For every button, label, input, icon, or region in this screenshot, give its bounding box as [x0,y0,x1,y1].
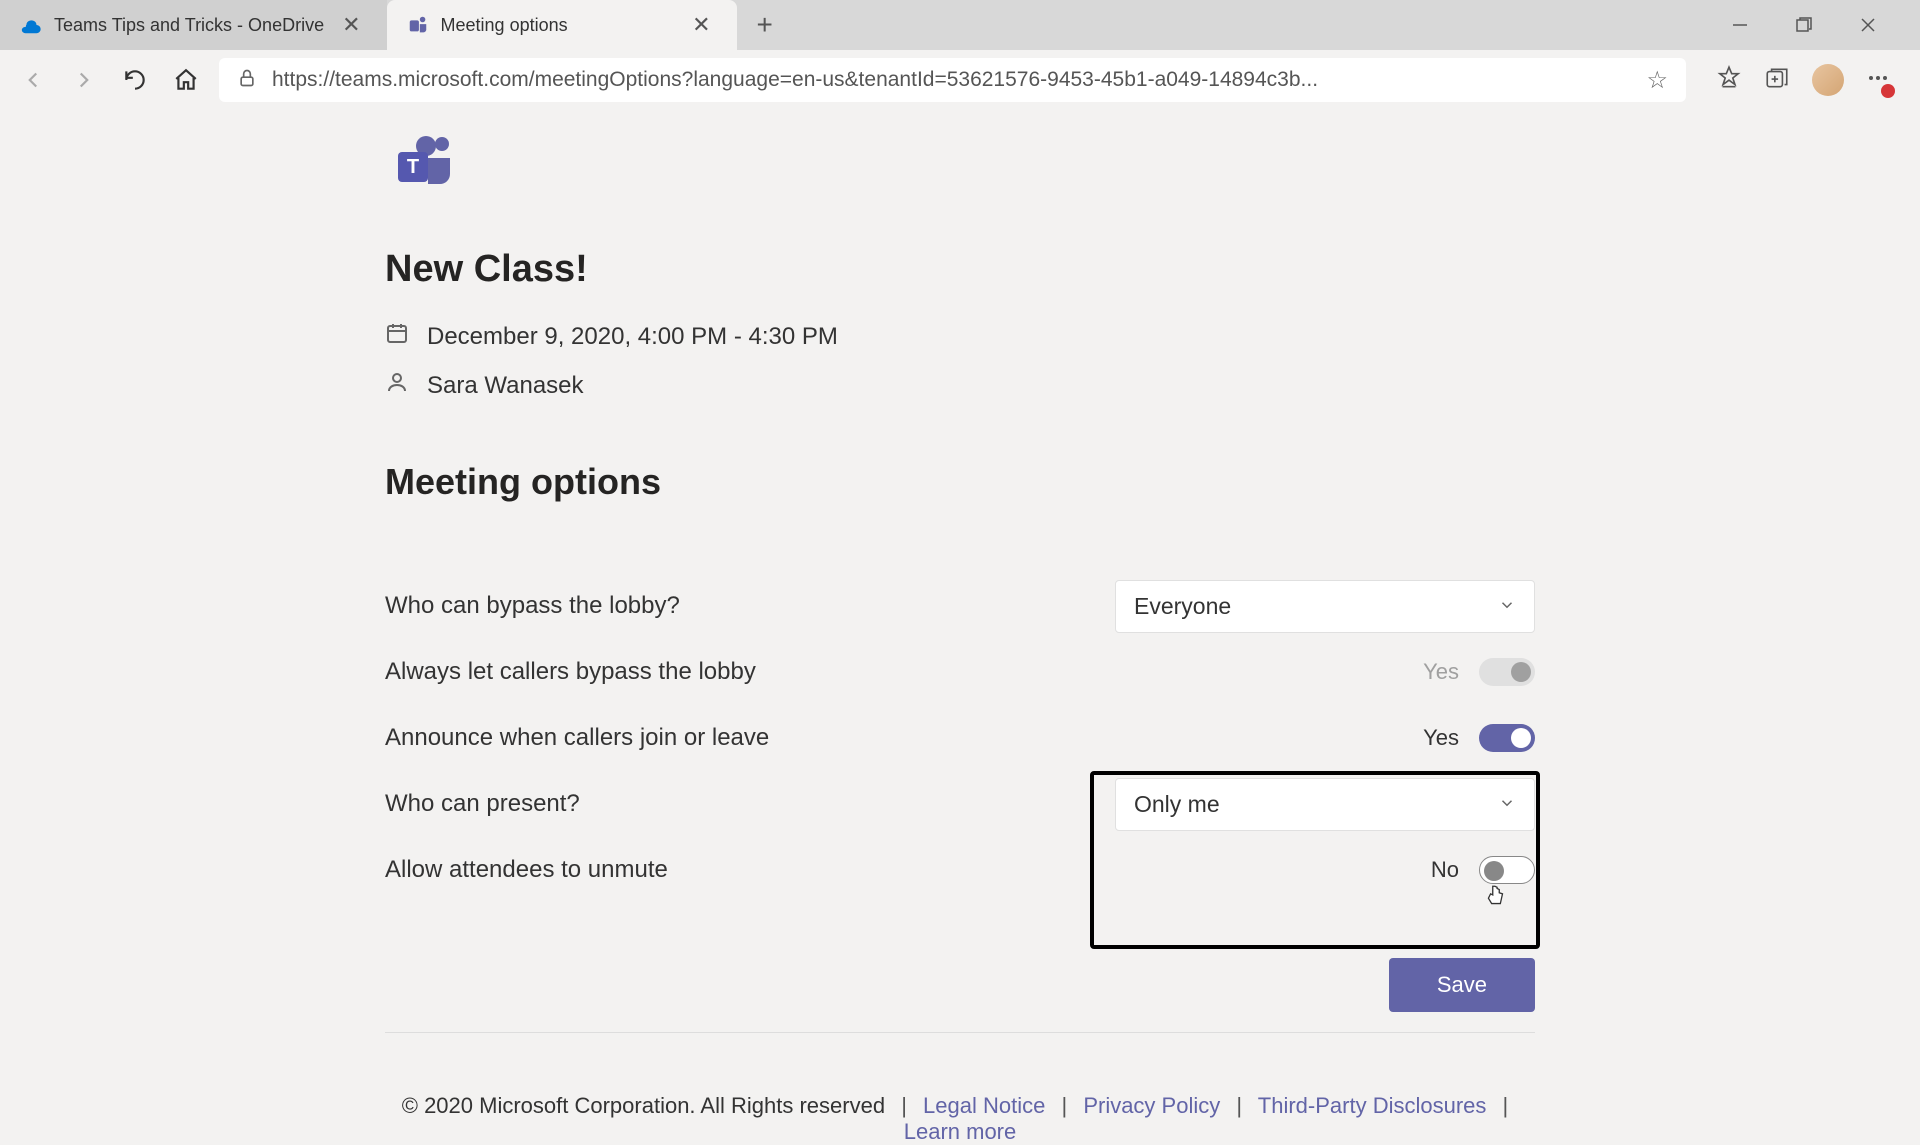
option-label: Who can bypass the lobby? [385,592,680,620]
option-who-present: Who can present? Only me [385,771,1535,837]
forward-button[interactable] [66,62,102,98]
option-label: Allow attendees to unmute [385,856,668,884]
toggle-value: No [1431,857,1459,883]
save-row: Save [385,958,1535,1033]
close-icon[interactable]: ✕ [336,10,366,40]
back-button[interactable] [15,62,51,98]
maximize-icon[interactable] [1792,13,1816,37]
footer: © 2020 Microsoft Corporation. All Rights… [385,1093,1535,1145]
option-always-bypass: Always let callers bypass the lobby Yes [385,639,1535,705]
tab-meeting-options[interactable]: Meeting options ✕ [387,0,737,50]
always-bypass-toggle [1479,658,1535,686]
refresh-button[interactable] [117,62,153,98]
chevron-down-icon [1498,791,1516,818]
teams-logo: T [390,130,458,198]
svg-text:T: T [407,156,419,178]
tab-title: Meeting options [441,15,675,36]
main-content: T New Class! December 9, 2020, 4:00 PM -… [0,110,1920,1145]
section-title: Meeting options [385,461,1535,503]
address-bar[interactable]: https://teams.microsoft.com/meetingOptio… [219,58,1686,102]
copyright-text: © 2020 Microsoft Corporation. All Rights… [402,1093,885,1118]
avatar[interactable] [1812,64,1844,96]
url-text: https://teams.microsoft.com/meetingOptio… [272,68,1631,92]
dropdown-value: Everyone [1134,593,1231,620]
option-label: Always let callers bypass the lobby [385,658,756,686]
close-window-icon[interactable] [1856,13,1880,37]
minimize-icon[interactable] [1728,13,1752,37]
organizer-text: Sara Wanasek [427,372,584,400]
who-present-dropdown[interactable]: Only me [1115,778,1535,831]
option-label: Announce when callers join or leave [385,724,769,752]
notification-badge [1881,84,1895,98]
datetime-text: December 9, 2020, 4:00 PM - 4:30 PM [427,323,838,351]
onedrive-icon [20,14,42,36]
option-announce: Announce when callers join or leave Yes [385,705,1535,771]
options-container: Who can bypass the lobby? Everyone Alway… [385,573,1535,903]
option-label: Who can present? [385,790,580,818]
tab-onedrive[interactable]: Teams Tips and Tricks - OneDrive ✕ [0,0,387,50]
tab-title: Teams Tips and Tricks - OneDrive [54,15,324,36]
lock-icon [237,68,257,93]
third-party-link[interactable]: Third-Party Disclosures [1258,1093,1487,1118]
legal-notice-link[interactable]: Legal Notice [923,1093,1045,1118]
toggle-value: Yes [1423,659,1459,685]
home-button[interactable] [168,62,204,98]
option-bypass-lobby: Who can bypass the lobby? Everyone [385,573,1535,639]
person-icon [385,370,409,401]
teams-icon [407,14,429,36]
meeting-title: New Class! [385,248,1535,291]
favorite-icon[interactable]: ☆ [1646,66,1668,95]
allow-unmute-toggle[interactable] [1479,856,1535,884]
collections-icon[interactable] [1764,65,1790,96]
toolbar-icons [1701,64,1905,96]
meeting-datetime: December 9, 2020, 4:00 PM - 4:30 PM [385,321,1535,352]
calendar-icon [385,321,409,352]
bypass-lobby-dropdown[interactable]: Everyone [1115,580,1535,633]
announce-toggle[interactable] [1479,724,1535,752]
tabs-row: Teams Tips and Tricks - OneDrive ✕ Meeti… [0,0,1920,50]
learn-more-link[interactable]: Learn more [904,1119,1017,1144]
chevron-down-icon [1498,593,1516,620]
privacy-policy-link[interactable]: Privacy Policy [1083,1093,1220,1118]
window-controls [1728,13,1900,37]
toggle-value: Yes [1423,725,1459,751]
browser-chrome: Teams Tips and Tricks - OneDrive ✕ Meeti… [0,0,1920,110]
more-icon[interactable] [1866,66,1890,95]
close-icon[interactable]: ✕ [686,10,716,40]
meeting-organizer: Sara Wanasek [385,370,1535,401]
favorites-icon[interactable] [1716,65,1742,96]
address-row: https://teams.microsoft.com/meetingOptio… [0,50,1920,110]
cursor-icon [1483,883,1507,907]
new-tab-button[interactable]: + [737,9,793,41]
save-button[interactable]: Save [1389,958,1535,1012]
dropdown-value: Only me [1134,791,1220,818]
option-allow-unmute: Allow attendees to unmute No [385,837,1535,903]
